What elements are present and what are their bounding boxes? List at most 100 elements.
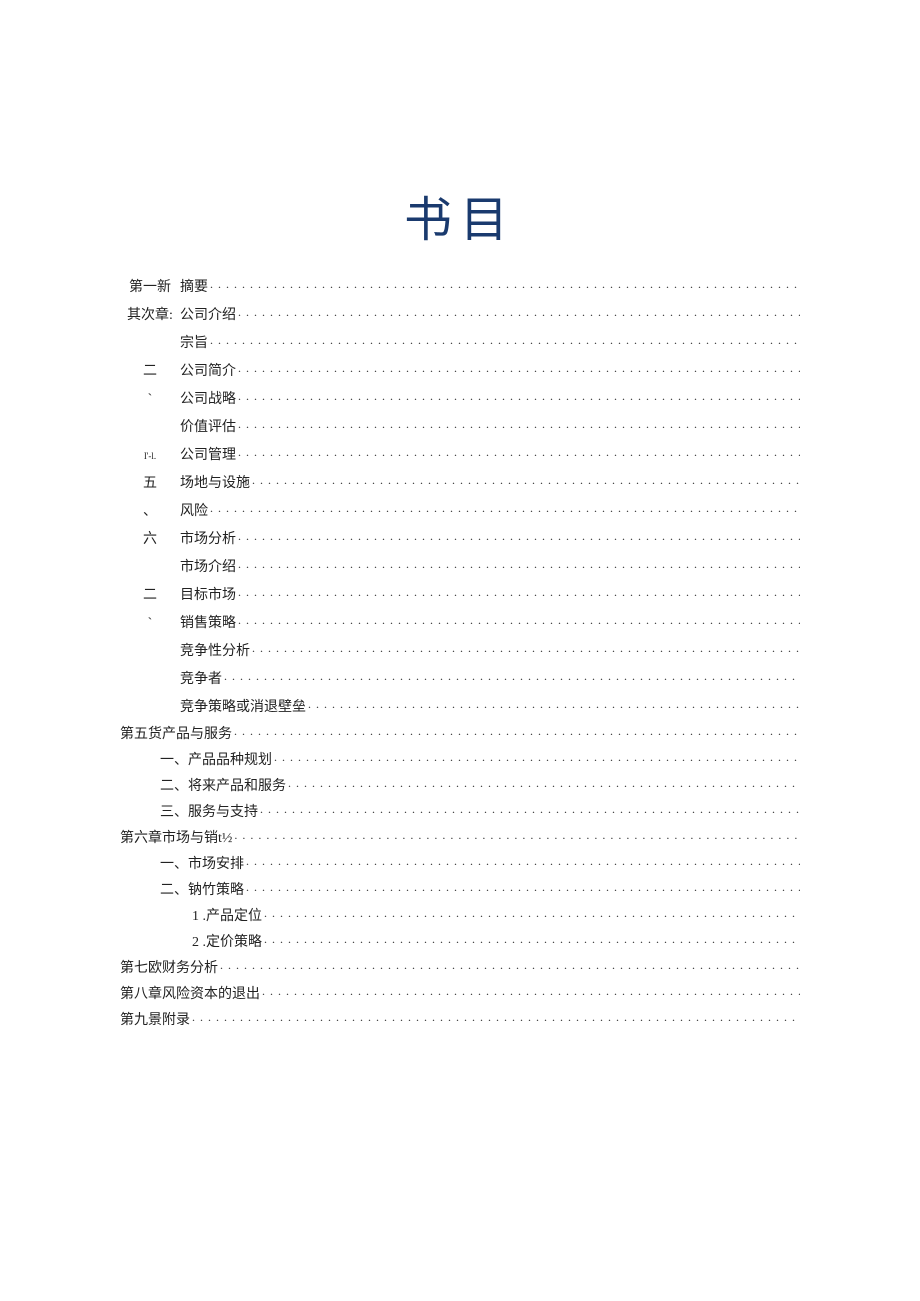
toc-entry: 第八章风险资本的退出 bbox=[120, 982, 800, 1008]
toc-left-marker: ` bbox=[120, 610, 180, 638]
toc-entry-label: 公司管理 bbox=[180, 442, 236, 470]
toc-entry: 第九景附录 bbox=[120, 1008, 800, 1034]
toc-left-marker: 二 bbox=[120, 582, 180, 610]
toc-leader-dots bbox=[264, 912, 800, 926]
toc-entry-label: 场地与设施 bbox=[180, 470, 250, 498]
toc-entry: 2 .定价策略 bbox=[120, 930, 800, 956]
toc-entry-label: 第九景附录 bbox=[120, 1008, 190, 1034]
toc-leader-dots bbox=[220, 964, 800, 978]
toc-entry: 销售策略 bbox=[180, 610, 800, 638]
toc-entry: 二、将来产品和服务 bbox=[120, 774, 800, 800]
toc-lower-section: 第五货产品与服务一、产品品种规划二、将来产品和服务三、服务与支持第六章市场与销t… bbox=[120, 722, 800, 1034]
toc-leader-dots bbox=[288, 782, 800, 796]
toc-leader-dots bbox=[238, 536, 800, 550]
toc-entry-label: 目标市场 bbox=[180, 582, 236, 610]
toc-leader-dots bbox=[192, 1016, 800, 1030]
toc-entry: 第七欧财务分析 bbox=[120, 956, 800, 982]
toc-left-marker bbox=[120, 330, 180, 358]
toc-entry-label: 公司介绍 bbox=[180, 302, 236, 330]
table-of-contents: 第一新其次章:二`I'-l.五、六二` 摘要公司介绍宗旨公司简介公司战略价值评估… bbox=[120, 274, 800, 1034]
toc-leader-dots bbox=[264, 938, 800, 952]
toc-entry-label: 二、钠竹策略 bbox=[160, 878, 244, 904]
toc-entry-label: 价值评估 bbox=[180, 414, 236, 442]
toc-entry-label: 市场分析 bbox=[180, 526, 236, 554]
toc-leader-dots bbox=[274, 756, 800, 770]
toc-leader-dots bbox=[210, 508, 800, 522]
toc-entry: 目标市场 bbox=[180, 582, 800, 610]
toc-left-marker bbox=[120, 554, 180, 582]
toc-entry-label: 二、将来产品和服务 bbox=[160, 774, 286, 800]
toc-entry: 风险 bbox=[180, 498, 800, 526]
toc-entry: 场地与设施 bbox=[180, 470, 800, 498]
toc-entry-label: 风险 bbox=[180, 498, 208, 526]
toc-entry-label: 公司简介 bbox=[180, 358, 236, 386]
toc-entry-label: 第六章市场与销t½ bbox=[120, 826, 232, 852]
toc-leader-dots bbox=[238, 312, 800, 326]
toc-leader-dots bbox=[234, 730, 800, 744]
toc-entry-label: 竞争者 bbox=[180, 666, 222, 694]
toc-entry-label: 摘要 bbox=[180, 274, 208, 302]
toc-leader-dots bbox=[260, 808, 800, 822]
toc-entry-label: 市场介绍 bbox=[180, 554, 236, 582]
toc-leader-dots bbox=[238, 452, 800, 466]
toc-upper-section: 第一新其次章:二`I'-l.五、六二` 摘要公司介绍宗旨公司简介公司战略价值评估… bbox=[120, 274, 800, 722]
toc-entry: 宗旨 bbox=[180, 330, 800, 358]
toc-left-marker: ` bbox=[120, 386, 180, 414]
toc-leader-dots bbox=[246, 860, 800, 874]
toc-entry: 价值评估 bbox=[180, 414, 800, 442]
toc-right-entries: 摘要公司介绍宗旨公司简介公司战略价值评估公司管理场地与设施风险市场分析市场介绍目… bbox=[180, 274, 800, 722]
toc-left-marker bbox=[120, 666, 180, 694]
toc-leader-dots bbox=[238, 396, 800, 410]
toc-leader-dots bbox=[224, 676, 800, 690]
toc-entry-label: 第五货产品与服务 bbox=[120, 722, 232, 748]
toc-entry-label: 宗旨 bbox=[180, 330, 208, 358]
toc-entry: 第六章市场与销t½ bbox=[120, 826, 800, 852]
toc-entry-label: 第八章风险资本的退出 bbox=[120, 982, 260, 1008]
toc-leader-dots bbox=[252, 648, 800, 662]
toc-entry: 一、产品品种规划 bbox=[120, 748, 800, 774]
toc-entry: 公司简介 bbox=[180, 358, 800, 386]
toc-entry-label: 竞争性分析 bbox=[180, 638, 250, 666]
toc-leader-dots bbox=[308, 704, 800, 718]
toc-entry-label: 一、市场安排 bbox=[160, 852, 244, 878]
toc-entry: 二、钠竹策略 bbox=[120, 878, 800, 904]
toc-entry-label: 三、服务与支持 bbox=[160, 800, 258, 826]
toc-entry: 1 .产品定位 bbox=[120, 904, 800, 930]
toc-leader-dots bbox=[210, 284, 800, 298]
toc-left-marker: 二 bbox=[120, 358, 180, 386]
toc-left-marker: I'-l. bbox=[120, 442, 180, 470]
toc-entry-label: 1 .产品定位 bbox=[192, 904, 262, 930]
toc-entry-label: 一、产品品种规划 bbox=[160, 748, 272, 774]
toc-left-marker: 、 bbox=[120, 498, 180, 526]
toc-entry: 三、服务与支持 bbox=[120, 800, 800, 826]
toc-entry-label: 公司战略 bbox=[180, 386, 236, 414]
toc-entry-label: 销售策略 bbox=[180, 610, 236, 638]
toc-left-marker: 第一新 bbox=[120, 274, 180, 302]
toc-leader-dots bbox=[238, 592, 800, 606]
toc-entry: 第五货产品与服务 bbox=[120, 722, 800, 748]
toc-entry: 竞争策略或消退壁垒 bbox=[180, 694, 800, 722]
toc-entry: 公司战略 bbox=[180, 386, 800, 414]
toc-entry-label: 2 .定价策略 bbox=[192, 930, 262, 956]
toc-entry: 竞争性分析 bbox=[180, 638, 800, 666]
toc-left-marker: 其次章: bbox=[120, 302, 180, 330]
toc-leader-dots bbox=[262, 990, 800, 1004]
toc-leader-dots bbox=[238, 368, 800, 382]
toc-entry: 一、市场安排 bbox=[120, 852, 800, 878]
toc-entry: 公司管理 bbox=[180, 442, 800, 470]
toc-entry-label: 竞争策略或消退壁垒 bbox=[180, 694, 306, 722]
toc-leader-dots bbox=[246, 886, 800, 900]
toc-entry-label: 第七欧财务分析 bbox=[120, 956, 218, 982]
toc-left-marker bbox=[120, 694, 180, 722]
toc-entry: 市场分析 bbox=[180, 526, 800, 554]
toc-leader-dots bbox=[238, 424, 800, 438]
toc-leader-dots bbox=[238, 564, 800, 578]
toc-entry: 摘要 bbox=[180, 274, 800, 302]
toc-left-marker bbox=[120, 638, 180, 666]
toc-entry: 公司介绍 bbox=[180, 302, 800, 330]
toc-leader-dots bbox=[234, 834, 800, 848]
toc-left-marker: 六 bbox=[120, 526, 180, 554]
toc-leader-dots bbox=[210, 340, 800, 354]
toc-left-markers: 第一新其次章:二`I'-l.五、六二` bbox=[120, 274, 180, 722]
toc-left-marker bbox=[120, 414, 180, 442]
